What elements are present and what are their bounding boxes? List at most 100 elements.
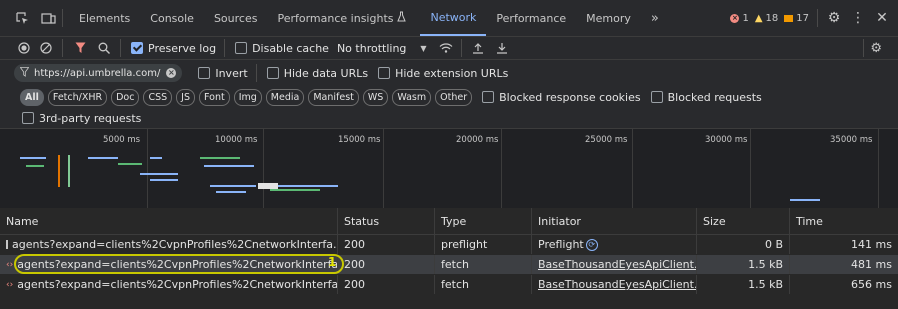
table-row[interactable]: ‹› agents?expand=clients%2CvpnProfiles%2… <box>0 255 898 274</box>
initiator-cell: Preflight ⟳ <box>532 235 697 254</box>
clear-filter-icon[interactable]: × <box>166 68 177 78</box>
timeline-gridline <box>632 129 633 208</box>
dom-content-loaded-marker <box>58 155 60 187</box>
filter-funnel-icon <box>19 66 30 80</box>
clear-icon[interactable] <box>40 42 52 54</box>
filter-input-value: https://api.umbrella.com/ <box>34 67 161 79</box>
type-filter-ws[interactable]: WS <box>362 88 389 106</box>
status-cell: 200 <box>338 255 435 274</box>
initiator-cell[interactable]: BaseThousandEyesApiClient.js:1 <box>532 275 697 294</box>
third-party-bar: 3rd-party requests <box>0 108 898 129</box>
request-name-cell: agents?expand=clients%2CvpnProfiles%2Cne… <box>0 235 338 254</box>
type-cell: fetch <box>435 255 532 274</box>
timeline-gridline <box>878 129 879 208</box>
hide-data-urls-checkbox[interactable] <box>266 67 279 79</box>
type-filter-media[interactable]: Media <box>265 88 305 106</box>
overview-bar <box>150 157 162 159</box>
timeline-gridline <box>383 129 384 208</box>
size-cell: 1.5 kB <box>697 275 790 294</box>
flask-icon <box>397 11 407 25</box>
column-header-status[interactable]: Status <box>338 208 435 234</box>
timeline-gridline <box>147 129 148 208</box>
type-filter-js[interactable]: JS <box>176 88 195 106</box>
issues-count-badge[interactable]: 17 <box>784 13 809 24</box>
overview-bar <box>88 157 118 159</box>
status-cell: 200 <box>338 235 435 254</box>
error-count-badge[interactable]: × 1 <box>730 13 749 24</box>
annotation-number: 1 <box>328 255 337 269</box>
close-icon[interactable]: ✕ <box>872 10 892 26</box>
search-icon[interactable] <box>98 42 110 54</box>
more-tabs-icon[interactable]: » <box>641 0 669 36</box>
initiator-cell[interactable]: BaseThousandEyesApiClient.js:1 <box>532 255 697 274</box>
column-header-size[interactable]: Size <box>697 208 790 234</box>
devtools-tab-bar: Elements Console Sources Performance ins… <box>0 0 898 37</box>
table-row[interactable]: ‹› agents?expand=clients%2CvpnProfiles%2… <box>0 275 898 294</box>
column-header-type[interactable]: Type <box>435 208 532 234</box>
settings-gear-icon[interactable]: ⚙ <box>824 10 844 26</box>
type-filter-font[interactable]: Font <box>199 88 230 106</box>
type-filter-wasm[interactable]: Wasm <box>392 88 432 106</box>
type-cell: preflight <box>435 235 532 254</box>
network-settings-gear-icon[interactable]: ⚙ <box>870 41 882 56</box>
filter-input[interactable]: https://api.umbrella.com/ × <box>14 64 183 82</box>
invert-checkbox[interactable] <box>198 67 211 79</box>
hide-extension-urls-label: Hide extension URLs <box>395 66 509 80</box>
more-options-icon[interactable]: ⋮ <box>848 10 868 26</box>
import-har-upload-icon[interactable] <box>472 42 484 54</box>
tab-performance-insights[interactable]: Performance insights <box>267 0 416 36</box>
blocked-response-cookies-checkbox[interactable] <box>482 91 495 103</box>
disable-cache-checkbox[interactable] <box>235 42 248 54</box>
overview-bar <box>118 163 142 165</box>
type-filter-manifest[interactable]: Manifest <box>308 88 359 106</box>
network-conditions-wifi-icon[interactable] <box>439 42 453 54</box>
export-har-download-icon[interactable] <box>496 42 508 54</box>
column-header-time[interactable]: Time <box>790 208 898 234</box>
time-cell: 656 ms <box>851 278 892 291</box>
filter-funnel-icon[interactable] <box>75 42 86 54</box>
record-icon[interactable] <box>18 42 30 54</box>
tab-elements[interactable]: Elements <box>69 0 140 36</box>
type-filter-other[interactable]: Other <box>435 88 473 106</box>
column-header-initiator[interactable]: Initiator <box>532 208 697 234</box>
column-header-name[interactable]: Name <box>0 208 338 234</box>
fetch-code-icon: ‹› <box>6 259 14 270</box>
tab-performance[interactable]: Performance <box>486 0 576 36</box>
preserve-log-checkbox[interactable] <box>131 42 143 54</box>
timeline-tick-label: 20000 ms <box>456 135 499 145</box>
type-filter-fetch-xhr[interactable]: Fetch/XHR <box>47 88 108 106</box>
network-overview-timeline[interactable]: 5000 ms 10000 ms 15000 ms 20000 ms 25000… <box>0 129 898 209</box>
inspect-element-icon[interactable] <box>14 11 30 25</box>
issues-icon <box>784 14 794 22</box>
hide-extension-urls-checkbox[interactable] <box>378 67 391 79</box>
tab-console[interactable]: Console <box>140 0 204 36</box>
status-cell: 200 <box>338 275 435 294</box>
time-cell: 481 ms <box>851 258 892 271</box>
initiator-link[interactable]: BaseThousandEyesApiClient.js:1 <box>538 258 696 271</box>
warning-count-badge[interactable]: ▲ 18 <box>755 13 778 24</box>
request-name: agents?expand=clients%2CvpnProfiles%2Cne… <box>12 238 338 251</box>
tab-sources[interactable]: Sources <box>204 0 268 36</box>
tab-label: Performance insights <box>277 11 394 25</box>
throttling-select[interactable]: No throttling <box>337 42 406 55</box>
overview-bar <box>20 157 46 159</box>
type-filter-img[interactable]: Img <box>233 88 262 106</box>
table-row[interactable]: agents?expand=clients%2CvpnProfiles%2Cne… <box>0 235 898 254</box>
initiator-link[interactable]: BaseThousandEyesApiClient.js:1 <box>538 278 696 291</box>
overview-bar <box>150 179 178 181</box>
blocked-requests-checkbox[interactable] <box>650 91 663 103</box>
device-toolbar-icon[interactable] <box>40 12 56 25</box>
type-filter-all[interactable]: All <box>20 88 44 106</box>
type-filter-css[interactable]: CSS <box>143 88 173 106</box>
third-party-requests-checkbox[interactable] <box>22 112 34 124</box>
tab-memory[interactable]: Memory <box>576 0 641 36</box>
preflight-link-icon[interactable]: ⟳ <box>585 238 598 251</box>
preserve-log-label: Preserve log <box>148 41 217 55</box>
error-icon: × <box>730 13 740 23</box>
document-icon <box>6 240 8 249</box>
dropdown-caret-icon[interactable]: ▼ <box>420 44 426 53</box>
blocked-response-cookies-label: Blocked response cookies <box>499 90 641 104</box>
timeline-tick-label: 25000 ms <box>585 135 628 145</box>
type-filter-doc[interactable]: Doc <box>111 88 140 106</box>
tab-network[interactable]: Network <box>420 0 487 36</box>
